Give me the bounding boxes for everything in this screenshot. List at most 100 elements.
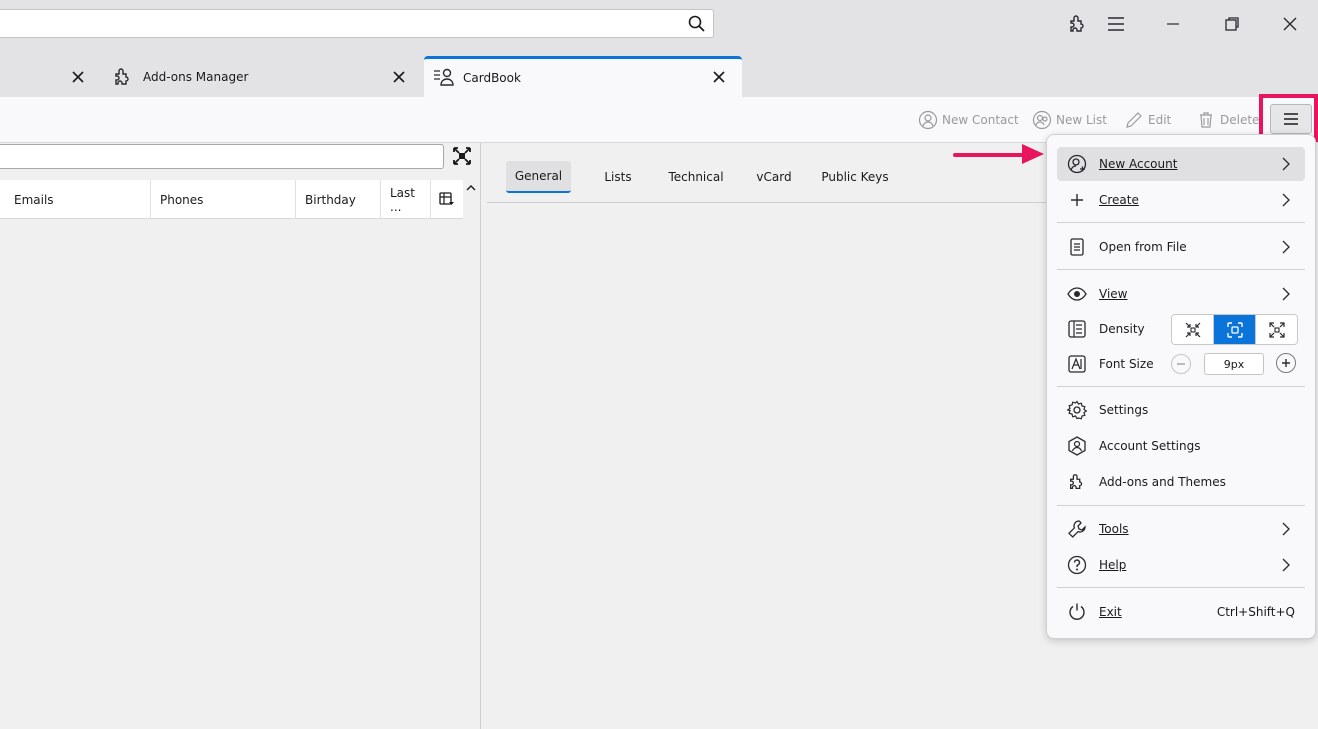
menu-item-label: Density [1099,322,1145,336]
font-size-decrease-button[interactable] [1171,354,1191,374]
density-touch-button[interactable] [1256,315,1297,344]
restore-icon[interactable] [1220,12,1244,36]
contact-search-input[interactable] [0,144,444,169]
column-header-birthday[interactable]: Birthday [296,180,381,219]
address-book-icon [434,68,454,86]
plus-icon [1071,194,1083,206]
menu-item-label: Tools [1099,522,1129,536]
chevron-right-icon [1282,157,1290,171]
menu-item-label: Account Settings [1099,439,1201,453]
power-icon [1069,603,1085,620]
tab-label: Technical [668,170,724,184]
menu-item-label: Font Size [1099,357,1154,371]
wrench-icon [1068,520,1086,538]
close-tab-icon[interactable] [391,69,407,85]
tab-technical[interactable]: Technical [662,161,730,193]
tab-addons-manager[interactable]: Add-ons Manager [104,56,414,97]
menu-separator [1057,269,1305,270]
font-size-icon [1068,355,1086,373]
hamburger-icon [1284,113,1298,125]
menu-separator [1057,587,1305,588]
menu-item-label: Add-ons and Themes [1099,475,1226,489]
chevron-right-icon [1282,193,1290,207]
edit-button[interactable]: Edit [1124,109,1171,131]
chevron-right-icon [1282,240,1290,254]
minus-icon [1177,363,1185,365]
delete-button[interactable]: Delete [1196,109,1259,131]
close-tab-icon[interactable] [711,69,727,85]
menu-item-account-settings[interactable]: Account Settings [1057,429,1305,463]
normal-density-icon [1226,321,1243,338]
tab-label: CardBook [463,71,521,85]
puzzle-icon [115,68,129,85]
chevron-right-icon [1282,522,1290,536]
menu-item-help[interactable]: Help [1057,548,1305,582]
tab-cardbook[interactable]: CardBook [424,56,742,97]
chevron-right-icon [1282,287,1290,301]
trash-icon [1200,112,1212,128]
pointer-arrow-icon [953,144,1044,164]
minimize-icon[interactable] [1161,12,1185,36]
menu-item-exit[interactable]: Exit Ctrl+Shift+Q [1057,595,1305,629]
menu-item-open-from-file[interactable]: Open from File [1057,230,1305,264]
tab-label: vCard [756,170,792,184]
tab-general[interactable]: General [506,161,571,193]
app-menu-icon[interactable] [1104,12,1128,36]
font-size-value[interactable]: 9px [1204,353,1264,375]
tab-label: Public Keys [821,170,889,184]
density-normal-button[interactable] [1214,315,1256,344]
density-icon [1068,320,1086,338]
menu-item-new-account[interactable]: New Account [1057,147,1305,181]
tab-public-keys[interactable]: Public Keys [816,161,894,193]
column-label: Phones [160,192,204,207]
font-size-increase-button[interactable] [1276,353,1296,373]
menu-separator [1057,386,1305,387]
expand-view-icon[interactable] [452,146,472,166]
eye-icon [1067,287,1087,301]
menu-item-label: Create [1099,193,1139,207]
menu-separator [1057,222,1305,223]
new-list-button[interactable]: New List [1032,109,1107,131]
close-window-icon[interactable] [1278,12,1302,36]
column-picker-icon[interactable] [439,191,455,207]
tab-vcard[interactable]: vCard [750,161,798,193]
scroll-up-icon[interactable] [464,182,478,194]
gear-icon [1067,400,1087,420]
new-contact-button[interactable]: New Contact [918,109,1019,131]
cardbook-menu-button[interactable] [1270,104,1312,134]
close-tab-icon[interactable] [70,69,86,85]
column-header-emails[interactable]: Emails [5,180,151,219]
menu-item-label: Help [1099,558,1127,572]
column-label: Emails [14,192,54,207]
pencil-icon [1126,112,1142,128]
menu-item-create[interactable]: Create [1057,183,1305,217]
touch-icon [1268,321,1285,338]
extensions-icon[interactable] [1066,12,1090,36]
address-search-input[interactable] [0,9,714,38]
delete-label: Delete [1220,113,1260,127]
menu-separator [1057,505,1305,506]
puzzle-icon [1070,474,1083,489]
menu-item-view[interactable]: View [1057,277,1305,311]
tab-label: General [514,169,563,183]
tab-label: Lists [604,170,632,184]
menu-item-addons-themes[interactable]: Add-ons and Themes [1057,465,1305,499]
compact-icon [1185,322,1200,337]
column-header-phones[interactable]: Phones [151,180,296,219]
new-contact-label: New Contact [942,113,1019,127]
account-settings-icon [1068,436,1086,456]
menu-item-settings[interactable]: Settings [1057,393,1305,427]
search-icon[interactable] [687,14,707,34]
edit-label: Edit [1148,113,1172,127]
density-compact-button[interactable] [1172,315,1214,344]
new-account-icon [1067,154,1087,174]
new-list-label: New List [1056,113,1107,127]
pane-splitter[interactable] [480,143,481,729]
help-icon [1067,555,1087,575]
tab-lists[interactable]: Lists [592,161,644,193]
menu-item-label: View [1099,287,1128,301]
new-list-icon [1032,110,1052,130]
column-header-last[interactable]: Last ... [381,180,431,219]
menu-item-label: New Account [1099,157,1178,171]
menu-item-tools[interactable]: Tools [1057,512,1305,546]
